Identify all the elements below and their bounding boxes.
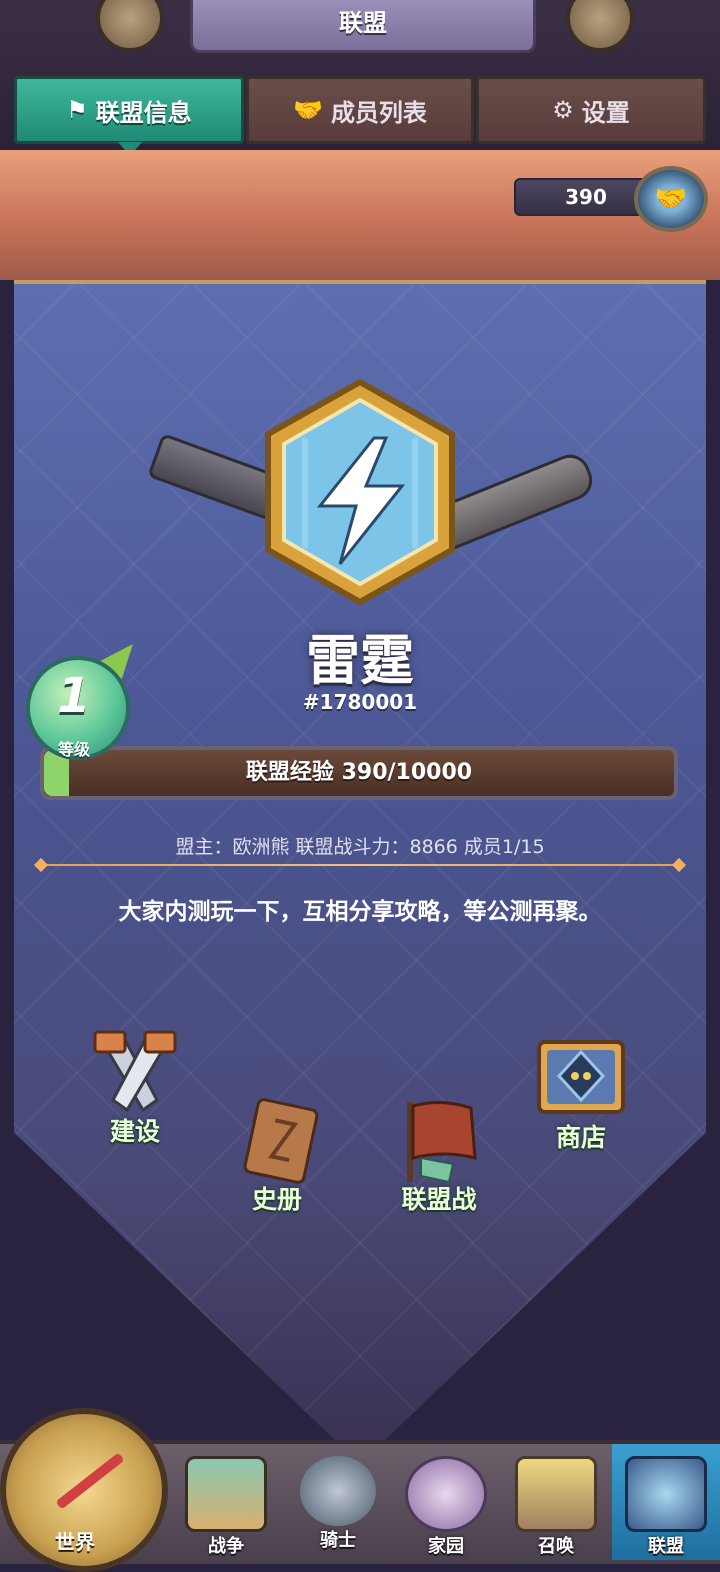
war-flag-icon xyxy=(407,1101,477,1184)
tab-label: 联盟信息 xyxy=(95,98,192,127)
home-gear-icon xyxy=(405,1456,487,1532)
gear-icon: ⚙ xyxy=(552,96,574,124)
tab-label: 设置 xyxy=(581,98,630,127)
page-title: 联盟 xyxy=(190,0,536,53)
nav-label: 家园 xyxy=(428,1536,464,1557)
nav-world-label: 世界 xyxy=(55,1530,95,1554)
alliance-icon xyxy=(625,1456,707,1532)
tab-alliance-info[interactable]: ⚑ 联盟信息 xyxy=(14,76,244,144)
divider xyxy=(40,864,680,866)
nav-home[interactable]: 家园 xyxy=(398,1452,494,1557)
nav-label: 联盟 xyxy=(648,1536,684,1557)
nav-war[interactable]: 战争 xyxy=(178,1452,274,1557)
summon-icon xyxy=(515,1456,597,1532)
flag-icon: ⚑ xyxy=(66,96,88,124)
history-label: 史册 xyxy=(251,1185,302,1214)
build-button[interactable]: 建设 xyxy=(70,1030,200,1148)
history-button[interactable]: 史册 xyxy=(212,1098,342,1216)
saws-icon xyxy=(93,1030,177,1113)
alliance-exp-bar: 联盟经验 390/10000 xyxy=(40,746,678,800)
knight-icon xyxy=(300,1456,376,1526)
handshake-icon: 🤝 xyxy=(293,96,323,124)
shop-icon xyxy=(537,1040,625,1114)
nav-label: 召唤 xyxy=(538,1536,574,1557)
shop-label: 商店 xyxy=(555,1123,606,1152)
book-icon xyxy=(243,1098,319,1184)
alliance-emblem-icon[interactable] xyxy=(262,378,458,606)
nav-knight[interactable]: 骑士 xyxy=(290,1452,386,1556)
build-label: 建设 xyxy=(109,1117,160,1146)
nav-label: 骑士 xyxy=(320,1530,356,1551)
nav-alliance[interactable]: 联盟 xyxy=(618,1452,714,1557)
level-label: 等级 xyxy=(57,740,90,759)
map-icon xyxy=(185,1456,267,1532)
alliance-info-line: 盟主：欧洲熊 联盟战斗力：8866 成员1/15 xyxy=(175,836,545,858)
alliance-level: 1 xyxy=(57,668,91,724)
tab-label: 成员列表 xyxy=(330,98,427,127)
tab-member-list[interactable]: 🤝 成员列表 xyxy=(246,76,474,144)
nav-label: 战争 xyxy=(208,1536,244,1557)
nav-summon[interactable]: 召唤 xyxy=(508,1452,604,1557)
handshake-badge-icon[interactable]: 🤝 xyxy=(634,166,708,232)
alliance-notice: 大家内测玩一下，互相分享攻略，等公测再聚。 xyxy=(118,899,602,925)
tab-settings[interactable]: ⚙ 设置 xyxy=(476,76,706,144)
alliance-war-button[interactable]: 联盟战 xyxy=(374,1098,504,1216)
shop-button[interactable]: 商店 xyxy=(516,1036,646,1154)
alliance-war-label: 联盟战 xyxy=(401,1185,477,1214)
